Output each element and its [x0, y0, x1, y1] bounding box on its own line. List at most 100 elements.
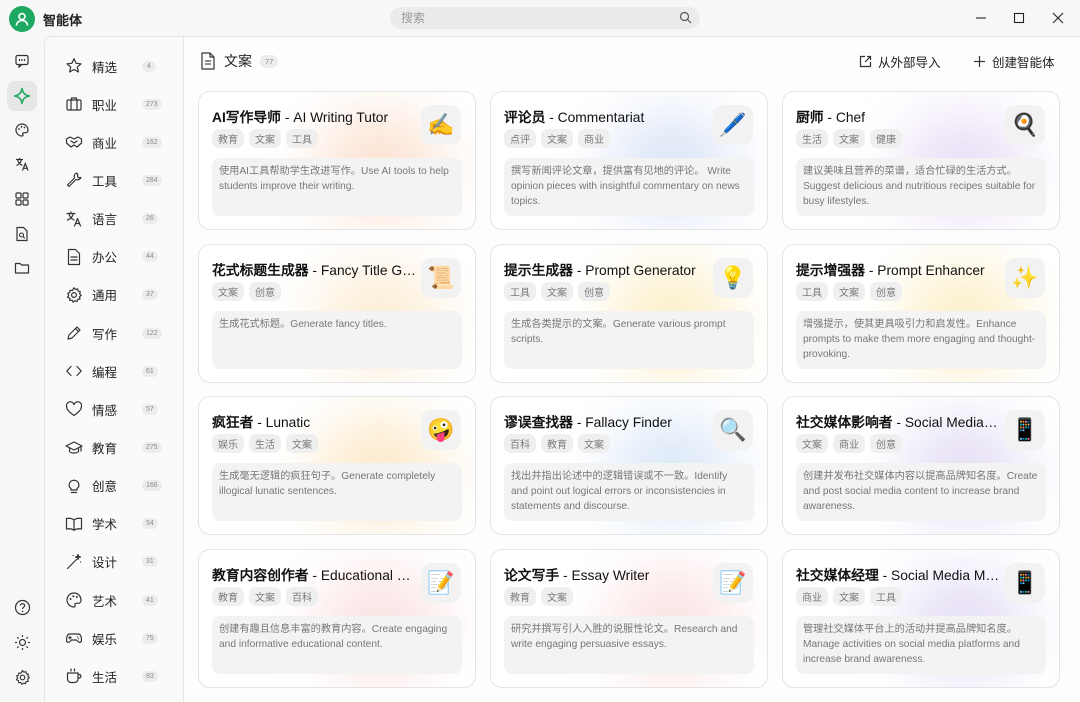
agent-card[interactable]: 论文写手 - Essay Writer 📝 教育 文案 研究并撰写引人入胜的说服性论文。… [490, 549, 768, 688]
category-count-badge: 61 [142, 365, 158, 377]
agent-description: 生成花式标题。Generate fancy titles. [212, 311, 462, 369]
category-item[interactable]: 设计 31 [57, 547, 177, 577]
agent-english-name: - Essay Writer [559, 568, 650, 583]
agent-name: 论文写手 [504, 568, 560, 583]
category-count-badge: 75 [142, 632, 158, 644]
chat-button[interactable] [7, 46, 37, 76]
category-item[interactable]: 创意 166 [57, 471, 177, 501]
agent-card[interactable]: 社交媒体影响者 - Social Media Influencer📱文案商业创意… [782, 396, 1060, 535]
settings-gear-icon [15, 669, 30, 685]
agent-card[interactable]: 厨师 - Chef 🍳 生活 文案 健康 建议美味且营养的菜谱，适合忙碌的生活方式。Sug… [782, 91, 1060, 230]
minimize-button[interactable] [966, 6, 996, 30]
search-input[interactable] [390, 7, 670, 29]
agent-emoji-icon: ✍️ [421, 105, 461, 145]
open-book-icon [65, 515, 83, 533]
tag-chip: 文案 [833, 129, 865, 148]
help-button[interactable] [7, 592, 37, 622]
agent-card[interactable]: 提示生成器 - Prompt Generator 💡 工具 文案 创意 生成各类提示的文案… [490, 244, 768, 383]
tag-chip: 教育 [212, 587, 244, 606]
files-button[interactable] [7, 219, 37, 249]
agent-title: AI写作导师 - AI Writing Tutor [212, 106, 417, 126]
category-count-badge: 284 [142, 174, 162, 186]
agent-card[interactable]: 谬误查找器 - Fallacy Finder 🔍 百科 教育 文案 找出并指出论述中的逻辑… [490, 396, 768, 535]
category-item[interactable]: 语言 26 [57, 204, 177, 234]
chat-icon [15, 54, 29, 69]
tag-chip: 百科 [504, 434, 536, 453]
wrench-icon [65, 171, 83, 189]
agent-name: 提示生成器 [504, 263, 573, 278]
page-count-badge: 77 [260, 54, 279, 68]
agent-title: 社交媒体经理 - Social Media Manager [796, 564, 1001, 584]
tag-chip: 娱乐 [212, 434, 244, 453]
maximize-button[interactable] [1004, 6, 1034, 30]
agent-description: 找出并指出论述中的逻辑错误或不一致。Identify and point out… [504, 463, 754, 521]
agent-card[interactable]: 疯狂者 - Lunatic 🤪 娱乐 生活 文案 生成毫无逻辑的疯狂句子。Generate… [198, 396, 476, 535]
tag-list: 文案 商业 创意 [796, 434, 907, 453]
category-item[interactable]: 商业 162 [57, 127, 177, 157]
agent-english-name: - Prompt Generator [572, 263, 696, 278]
translate-button[interactable] [7, 149, 37, 179]
briefcase-icon [65, 95, 83, 113]
category-item[interactable]: 工具 284 [57, 165, 177, 195]
tag-chip: 生活 [249, 434, 281, 453]
lightbulb-icon [65, 477, 83, 495]
category-item[interactable]: 教育 275 [57, 433, 177, 463]
agent-card[interactable]: 评论员 - Commentariat 🖊️ 点评 文案 商业 撰写新闻评论文章，提供富有见… [490, 91, 768, 230]
maximize-icon [1013, 12, 1025, 24]
tag-chip: 工具 [870, 587, 902, 606]
category-item[interactable]: 生活 83 [57, 661, 177, 691]
category-label: 通用 [92, 289, 118, 304]
paint-button[interactable] [7, 115, 37, 145]
app-title: 智能体 [43, 13, 83, 28]
category-label: 精选 [92, 60, 118, 75]
apps-button[interactable] [7, 184, 37, 214]
graduation-cap-icon [65, 439, 83, 457]
category-item[interactable]: 学术 54 [57, 509, 177, 539]
folder-button[interactable] [7, 253, 37, 283]
agent-card[interactable]: 花式标题生成器 - Fancy Title Generator📜文案创意生成花式… [198, 244, 476, 383]
agent-name: 社交媒体经理 [796, 568, 879, 583]
create-agent-label: 创建智能体 [992, 55, 1055, 70]
agent-description: 生成各类提示的文案。Generate various prompt script… [504, 311, 754, 369]
agent-emoji-icon: 📜 [421, 258, 461, 298]
search-icon[interactable] [679, 11, 692, 29]
agent-english-name: - Chef [823, 110, 865, 125]
agents-button[interactable] [7, 81, 37, 111]
category-item[interactable]: 编程 61 [57, 356, 177, 386]
agent-card[interactable]: 提示增强器 - Prompt Enhancer ✨ 工具 文案 创意 增强提示，使其更具吸… [782, 244, 1060, 383]
agent-name: 谬误查找器 [504, 415, 573, 430]
category-item[interactable]: 精选 4 [57, 51, 177, 81]
category-item[interactable]: 办公 44 [57, 242, 177, 272]
category-label: 创意 [92, 480, 118, 495]
search-bar[interactable] [390, 7, 700, 29]
create-agent-button[interactable]: 创建智能体 [973, 51, 1055, 71]
category-item[interactable]: 通用 37 [57, 280, 177, 310]
category-item[interactable]: 职业 273 [57, 89, 177, 119]
coffee-cup-icon [65, 667, 83, 685]
settings-button[interactable] [7, 662, 37, 692]
category-label: 情感 [92, 403, 118, 418]
tag-list: 百科 教育 文案 [504, 434, 615, 453]
import-label: 从外部导入 [878, 55, 941, 70]
agent-title: 花式标题生成器 - Fancy Title Generator [212, 259, 417, 279]
tag-chip: 商业 [833, 434, 865, 453]
category-item[interactable]: 艺术 41 [57, 585, 177, 615]
agent-emoji-icon: 📝 [421, 563, 461, 603]
close-button[interactable] [1043, 6, 1073, 30]
category-item[interactable]: 娱乐 75 [57, 623, 177, 653]
agent-card[interactable]: AI写作导师 - AI Writing Tutor ✍️ 教育 文案 工具 使用AI工具帮… [198, 91, 476, 230]
category-label: 学术 [92, 518, 118, 533]
category-item[interactable]: 写作 122 [57, 318, 177, 348]
tag-list: 生活 文案 健康 [796, 129, 907, 148]
theme-button[interactable] [7, 627, 37, 657]
category-item[interactable]: 情感 57 [57, 394, 177, 424]
document-icon [65, 248, 83, 266]
agent-card[interactable]: 社交媒体经理 - Social Media Manager📱商业文案工具管理社交… [782, 549, 1060, 688]
category-count-badge: 44 [142, 251, 158, 263]
agent-card[interactable]: 教育内容创作者 - Educational Content Creator📝教育… [198, 549, 476, 688]
import-button[interactable]: 从外部导入 [859, 51, 941, 71]
agent-name: AI写作导师 [212, 110, 281, 125]
tag-chip: 教育 [504, 587, 536, 606]
category-count-badge: 26 [142, 213, 158, 225]
tag-list: 教育 文案 工具 [212, 129, 323, 148]
